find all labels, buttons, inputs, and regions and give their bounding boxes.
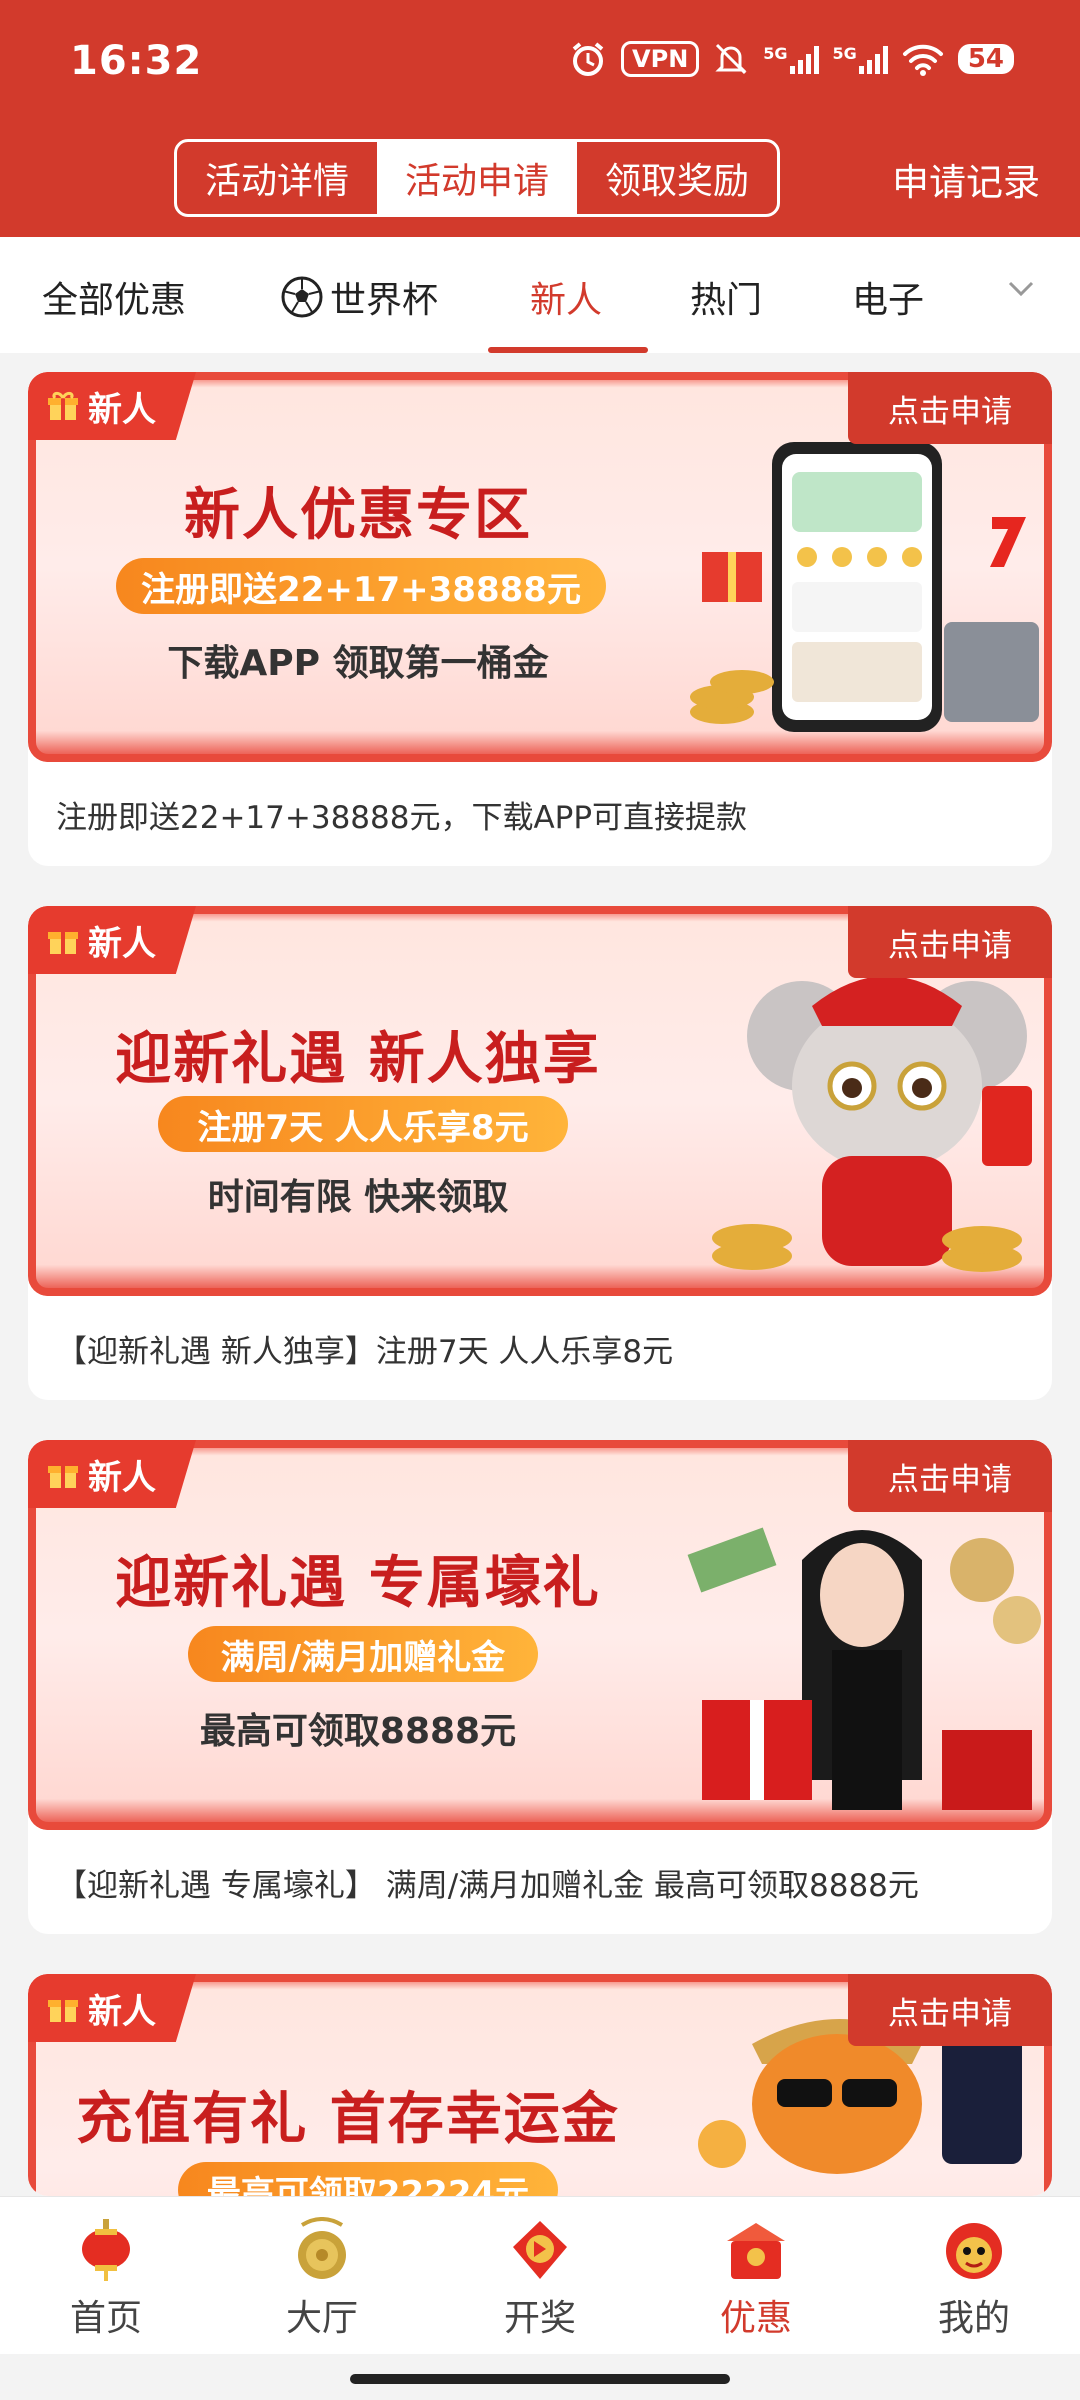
app-header: 16:32 VPN 5G 5G 54 活动详情 活动申请 领取奖励 申请记录 [0, 0, 1080, 237]
promo-card[interactable]: 新人 点击申请 迎新礼遇 专属壕礼 满周/满月加赠礼金 最高可领取8888元 【… [28, 1440, 1052, 1934]
application-records-link[interactable]: 申请记录 [892, 152, 1040, 206]
banner-title: 新人优惠专区 [184, 483, 532, 548]
chevron-down-icon[interactable] [1006, 273, 1036, 303]
status-icons: VPN 5G 5G 54 [569, 40, 1014, 78]
woman-gifts-illustration [687, 1527, 1041, 1810]
category-tabs: 全部优惠 世界杯 新人 热门 电子 [0, 237, 1080, 353]
phone-app-illustration [690, 442, 1039, 732]
promo-card[interactable]: 新人 点击申请 迎新礼遇 新人独享 注册7天 人人乐享8元 时间有限 快来领取 … [28, 906, 1052, 1400]
promo-banner[interactable]: 新人 点击申请 迎新礼遇 新人独享 注册7天 人人乐享8元 时间有限 快来领取 [28, 906, 1052, 1296]
promo-box-icon [727, 2223, 785, 2279]
banner-subtitle: 最高可领取8888元 [199, 1711, 517, 1752]
promo-banner[interactable]: 新人 点击申请 迎新礼遇 专属壕礼 满周/满月加赠礼金 最高可领取8888元 [28, 1440, 1052, 1830]
banner-title: 迎新礼遇 新人独享 [115, 1027, 601, 1092]
nav-profile-label: 我的 [937, 2298, 1010, 2339]
tab-electronic[interactable]: 电子 [852, 271, 924, 323]
mute-icon [715, 43, 747, 75]
tab-world-cup-label: 世界杯 [330, 280, 439, 321]
newbie-tag: 新人 [28, 1440, 196, 1508]
promo-description: 注册即送22+17+38888元，下载APP可直接提款 [56, 800, 748, 836]
promo-banner[interactable]: 新人 点击申请 新人优惠专区 注册即送22+17+38888元 下载APP 领取… [28, 372, 1052, 762]
newbie-tag: 新人 [28, 1974, 196, 2042]
tab-hot[interactable]: 热门 [690, 271, 762, 323]
mouse-mascot-illustration [712, 976, 1032, 1272]
lantern-icon [82, 2219, 130, 2281]
banner-title: 迎新礼遇 专属壕礼 [115, 1551, 601, 1616]
gift-box-icon [48, 2000, 78, 2022]
bottom-navigation: 首页 大厅 开奖 优惠 我的 [0, 2196, 1080, 2354]
tab-world-cup[interactable]: 世界杯 [280, 271, 438, 323]
banner-highlight: 注册7天 人人乐享8元 [158, 1096, 568, 1152]
gift-box-icon [48, 932, 78, 954]
newbie-tag: 新人 [28, 906, 196, 974]
signal-5g-2: 5G [833, 44, 888, 74]
newbie-tag: 新人 [28, 372, 196, 440]
banner-title: 充值有礼 首存幸运金 [76, 2087, 620, 2152]
nav-profile[interactable]: 我的 [904, 2217, 1044, 2341]
lion-mascot-icon [946, 2223, 1002, 2279]
nav-lottery-label: 开奖 [503, 2298, 576, 2339]
nav-promotions[interactable]: 优惠 [686, 2217, 826, 2341]
gift-box-icon [48, 1466, 78, 1488]
soccer-ball-icon [281, 276, 323, 318]
apply-button[interactable]: 点击申请 [848, 1440, 1052, 1512]
gesture-home-indicator[interactable] [350, 2374, 730, 2384]
wifi-icon [902, 44, 943, 76]
promo-card[interactable]: 新人 点击申请 新人优惠专区 注册即送22+17+38888元 下载APP 领取… [28, 372, 1052, 866]
status-bar: 16:32 VPN 5G 5G 54 [0, 0, 1080, 130]
tab-newbie[interactable]: 新人 [530, 271, 602, 323]
nav-home-label: 首页 [69, 2298, 142, 2339]
gong-icon [298, 2217, 346, 2279]
status-time: 16:32 [70, 38, 203, 84]
promo-banner[interactable]: 新人 点击申请 充值有礼 首存幸运金 最高可领取22224元 [28, 1974, 1052, 2196]
banner-subtitle: 时间有限 快来领取 [207, 1177, 509, 1218]
nav-lobby[interactable]: 大厅 [252, 2217, 392, 2341]
banner-highlight: 注册即送22+17+38888元 [116, 558, 606, 614]
activity-segmented-control: 活动详情 活动申请 领取奖励 [174, 139, 780, 217]
promo-description: 【迎新礼遇 专属壕礼】 满周/满月加赠礼金 最高可领取8888元 [56, 1868, 919, 1904]
active-tab-indicator [488, 347, 648, 353]
alarm-icon [572, 42, 604, 76]
nav-home[interactable]: 首页 [36, 2217, 176, 2341]
banner-highlight: 最高可领取22224元 [178, 2162, 558, 2196]
seg-activity-apply[interactable]: 活动申请 [377, 142, 577, 214]
apply-button[interactable]: 点击申请 [848, 1974, 1052, 2046]
banner-highlight: 满周/满月加赠礼金 [188, 1626, 538, 1682]
nav-lobby-label: 大厅 [285, 2298, 358, 2339]
banner-subtitle: 下载APP 领取第一桶金 [167, 643, 549, 684]
tab-all-offers[interactable]: 全部优惠 [42, 271, 186, 323]
lottery-icon [513, 2221, 567, 2279]
nav-lottery[interactable]: 开奖 [470, 2217, 610, 2341]
nav-promotions-label: 优惠 [719, 2298, 792, 2339]
seg-claim-rewards[interactable]: 领取奖励 [577, 142, 777, 214]
gift-box-icon [48, 391, 78, 420]
signal-5g-1: 5G [763, 44, 819, 74]
promo-card[interactable]: 新人 点击申请 充值有礼 首存幸运金 最高可领取22224元 [28, 1974, 1052, 2196]
apply-button[interactable]: 点击申请 [848, 906, 1052, 978]
vpn-indicator: VPN [621, 41, 700, 77]
promo-description: 【迎新礼遇 新人独享】注册7天 人人乐享8元 [56, 1334, 674, 1370]
apply-button[interactable]: 点击申请 [848, 372, 1052, 444]
battery-level: 54 [957, 44, 1014, 74]
seg-activity-details[interactable]: 活动详情 [177, 142, 377, 214]
